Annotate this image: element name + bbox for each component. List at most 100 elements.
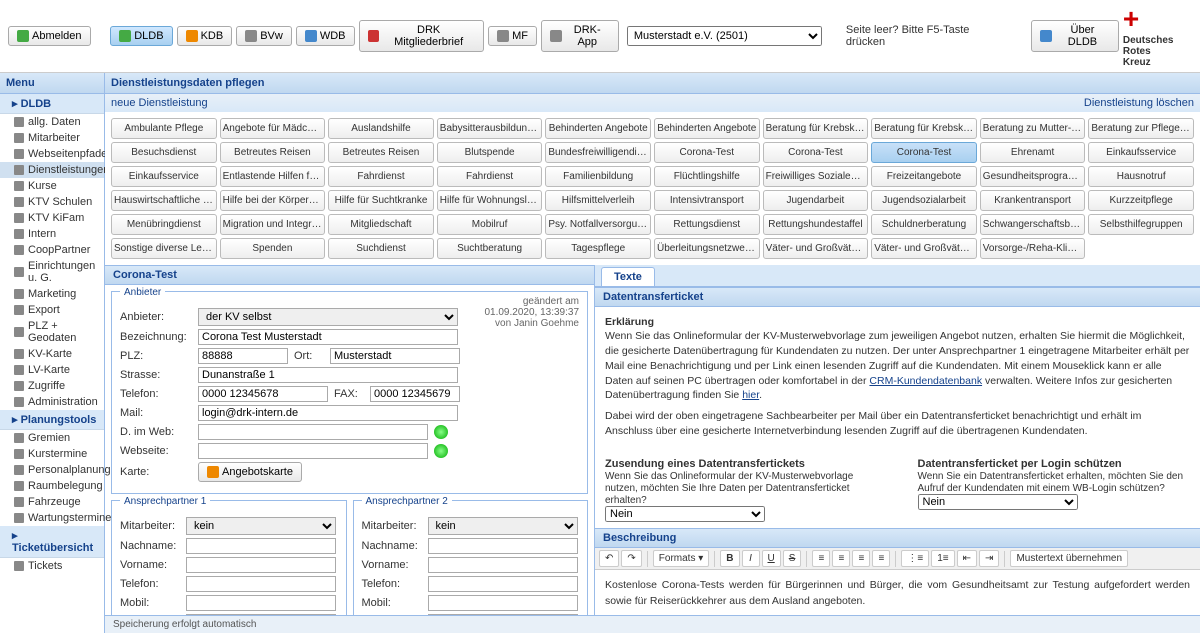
service-button[interactable]: Überleitungsnetzwerk ... xyxy=(654,238,760,259)
contact-ma-select[interactable]: kein xyxy=(428,517,578,535)
service-button[interactable]: Corona-Test xyxy=(654,142,760,163)
description-editor[interactable]: Kostenlose Corona-Tests werden für Bürge… xyxy=(595,570,1200,615)
service-button[interactable]: Schuldnerberatung xyxy=(871,214,977,235)
menu-item[interactable]: allg. Daten xyxy=(0,114,104,130)
app-kdb[interactable]: KDB xyxy=(177,26,233,46)
service-button[interactable]: Ambulante Pflege xyxy=(111,118,217,139)
app-dldb[interactable]: DLDB xyxy=(110,26,172,46)
service-button[interactable]: Einkaufsservice xyxy=(111,166,217,187)
service-button[interactable]: Väter- und Großvätera... xyxy=(871,238,977,259)
service-button[interactable]: Mitgliedschaft xyxy=(328,214,434,235)
service-button[interactable]: Behinderten Angebote xyxy=(545,118,651,139)
service-button[interactable]: Schwangerschaftsbera... xyxy=(980,214,1086,235)
service-button[interactable]: Flüchtlingshilfe xyxy=(654,166,760,187)
menu-item[interactable]: PLZ + Geodaten xyxy=(0,318,104,346)
about-button[interactable]: Über DLDB xyxy=(1031,20,1118,52)
service-button[interactable]: Suchtberatung xyxy=(437,238,543,259)
strasse-input[interactable] xyxy=(198,367,458,383)
menu-item[interactable]: Zugriffe xyxy=(0,378,104,394)
contact-vn-input[interactable] xyxy=(428,557,578,573)
menu-item[interactable]: Mitarbeiter xyxy=(0,130,104,146)
underline-button[interactable]: U xyxy=(762,550,781,567)
service-button[interactable]: Babysitterausbildung/-... xyxy=(437,118,543,139)
menu-item[interactable]: Webseitenpfade xyxy=(0,146,104,162)
list-ul-button[interactable]: ⋮≡ xyxy=(901,550,929,567)
formats-button[interactable]: Formats ▾ xyxy=(653,550,709,567)
service-button[interactable]: Gesundheitsprogramme xyxy=(980,166,1086,187)
service-button[interactable]: Bundesfreiwilligendienst xyxy=(545,142,651,163)
contact-nn-input[interactable] xyxy=(428,538,578,554)
menu-item[interactable]: CoopPartner xyxy=(0,242,104,258)
service-button[interactable]: Freizeitangebote xyxy=(871,166,977,187)
service-button[interactable]: Rettungshundestaffel xyxy=(763,214,869,235)
service-button[interactable]: Einkaufsservice xyxy=(1088,142,1194,163)
contact-tel-input[interactable] xyxy=(186,576,336,592)
service-button[interactable]: Beratung zur Pflegever... xyxy=(1088,118,1194,139)
service-button[interactable]: Fahrdienst xyxy=(328,166,434,187)
service-button[interactable]: Sonstige diverse Leistu... xyxy=(111,238,217,259)
service-button[interactable]: Kurzzeitpflege xyxy=(1088,190,1194,211)
menu-item[interactable]: Administration xyxy=(0,394,104,410)
bold-button[interactable]: B xyxy=(720,550,739,567)
menu-item[interactable]: Kurstermine xyxy=(0,446,104,462)
service-button[interactable]: Corona-Test xyxy=(763,142,869,163)
align-center-button[interactable]: ≡ xyxy=(832,550,850,567)
service-button[interactable]: Intensivtransport xyxy=(654,190,760,211)
service-button[interactable]: Blutspende xyxy=(437,142,543,163)
crm-link[interactable]: CRM-Kundendatenbank xyxy=(869,375,982,387)
undo-button[interactable]: ↶ xyxy=(599,550,619,567)
service-button[interactable]: Corona-Test xyxy=(871,142,977,163)
contact-nn-input[interactable] xyxy=(186,538,336,554)
hier-link[interactable]: hier xyxy=(742,389,759,401)
service-button[interactable]: Besuchsdienst xyxy=(111,142,217,163)
align-left-button[interactable]: ≡ xyxy=(812,550,830,567)
anbieter-select[interactable]: der KV selbst xyxy=(198,308,458,326)
indent-button[interactable]: ⇥ xyxy=(979,550,999,567)
delete-service-link[interactable]: Dienstleistung löschen xyxy=(1084,97,1194,109)
menu-item[interactable]: Export xyxy=(0,302,104,318)
service-button[interactable]: Väter- und Großvätera... xyxy=(763,238,869,259)
menu-item[interactable]: LV-Karte xyxy=(0,362,104,378)
contact-mob-input[interactable] xyxy=(428,595,578,611)
service-button[interactable]: Betreutes Reisen xyxy=(328,142,434,163)
menu-item[interactable]: Raumbelegung xyxy=(0,478,104,494)
service-button[interactable]: Beratung für Krebskra... xyxy=(763,118,869,139)
org-select[interactable]: Musterstadt e.V. (2501) xyxy=(627,26,822,46)
menu-item[interactable]: Fahrzeuge xyxy=(0,494,104,510)
service-button[interactable]: Behinderten Angebote xyxy=(654,118,760,139)
align-right-button[interactable]: ≡ xyxy=(852,550,870,567)
service-button[interactable]: Hilfe für Suchtkranke xyxy=(328,190,434,211)
menu-item[interactable]: Marketing xyxy=(0,286,104,302)
service-button[interactable]: Hausnotruf xyxy=(1088,166,1194,187)
service-button[interactable]: Menübringdienst xyxy=(111,214,217,235)
service-button[interactable]: Familienbildung xyxy=(545,166,651,187)
app-drkapp[interactable]: DRK-App xyxy=(541,20,619,52)
logout-button[interactable]: Abmelden xyxy=(8,26,91,46)
mail-input[interactable] xyxy=(198,405,458,421)
contact-fax-input[interactable] xyxy=(428,614,578,615)
redo-button[interactable]: ↷ xyxy=(621,550,641,567)
contact-mob-input[interactable] xyxy=(186,595,336,611)
strike-button[interactable]: S xyxy=(783,550,802,567)
menu-item[interactable]: Dienstleistungen xyxy=(0,162,104,178)
italic-button[interactable]: I xyxy=(742,550,760,567)
service-button[interactable]: Jugendarbeit xyxy=(763,190,869,211)
app-brief[interactable]: DRK Mitgliederbrief xyxy=(359,20,485,52)
list-ol-button[interactable]: 1≡ xyxy=(931,550,954,567)
ticket-send-select[interactable]: Nein xyxy=(605,506,765,522)
app-bvw[interactable]: BVw xyxy=(236,26,292,46)
service-button[interactable]: Psy. Notfallversorgung... xyxy=(545,214,651,235)
service-button[interactable]: Hilfe für Wohnungslose xyxy=(437,190,543,211)
web-input[interactable] xyxy=(198,424,428,440)
service-button[interactable]: Entlastende Hilfen für ... xyxy=(220,166,326,187)
mustertext-button[interactable]: Mustertext übernehmen xyxy=(1010,550,1128,567)
service-button[interactable]: Fahrdienst xyxy=(437,166,543,187)
contact-fax-input[interactable] xyxy=(186,614,336,615)
align-justify-button[interactable]: ≡ xyxy=(872,550,890,567)
contact-vn-input[interactable] xyxy=(186,557,336,573)
menu-group-dldb[interactable]: ▸ DLDB xyxy=(0,94,104,114)
service-button[interactable]: Selbsthilfegruppen xyxy=(1088,214,1194,235)
service-button[interactable]: Vorsorge-/Reha-Kliniken xyxy=(980,238,1086,259)
menu-item[interactable]: Personalplanung xyxy=(0,462,104,478)
fax-input[interactable] xyxy=(370,386,460,402)
